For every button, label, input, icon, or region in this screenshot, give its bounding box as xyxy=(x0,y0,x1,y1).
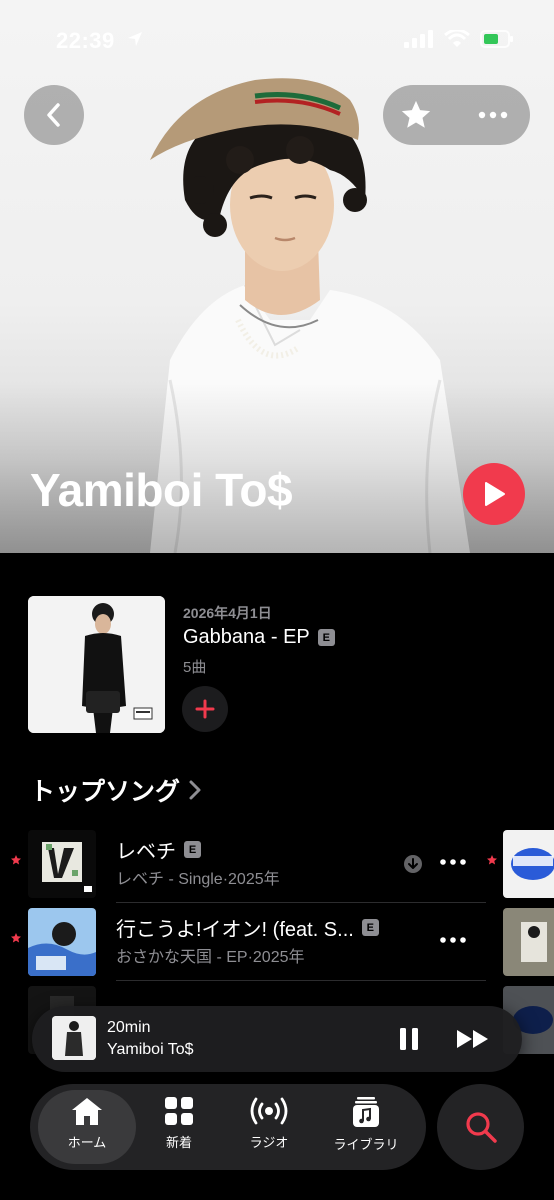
release-artwork[interactable] xyxy=(28,596,165,733)
now-playing-title: 20min xyxy=(107,1019,151,1036)
mini-player[interactable]: 20min Yamiboi To$ xyxy=(32,1006,522,1072)
top-songs-title: トップソング xyxy=(30,778,181,806)
add-to-library-button[interactable] xyxy=(182,686,228,732)
battery-icon xyxy=(480,30,513,48)
top-songs-header[interactable]: トップソング xyxy=(30,772,202,808)
tab-label: 新着 xyxy=(165,1135,192,1150)
song-cover-image xyxy=(503,908,554,976)
tab-label: ラジオ xyxy=(249,1135,289,1150)
play-button[interactable] xyxy=(463,463,525,525)
song-title-row: 行こうよ!イオン! (feat. S... E xyxy=(116,913,379,942)
song-subtitle: おさかな天国 - EP·2025年 xyxy=(116,949,305,966)
tab-radio[interactable]: ラジオ xyxy=(229,1096,309,1160)
explicit-badge: E xyxy=(361,919,379,936)
play-icon xyxy=(485,482,505,506)
star-icon xyxy=(11,855,21,865)
pause-icon[interactable] xyxy=(398,1026,420,1052)
song-artwork xyxy=(28,830,96,898)
downloaded-icon xyxy=(404,855,422,873)
artist-name: Yamiboi To$ xyxy=(30,464,293,516)
song-row[interactable]: レベチ E レベチ - Single·2025年 xyxy=(0,825,554,903)
song-artwork xyxy=(28,908,96,976)
location-arrow-icon xyxy=(128,32,142,46)
search-button[interactable] xyxy=(437,1084,524,1170)
tab-library[interactable]: ライブラリ xyxy=(322,1096,410,1160)
song-cover-image xyxy=(503,830,554,898)
tab-label: ホーム xyxy=(67,1135,107,1150)
home-icon xyxy=(72,1098,102,1125)
release-date: 2026年4月1日 xyxy=(183,605,272,621)
release-title: Gabbana - EP xyxy=(183,626,310,648)
song-cover-image xyxy=(28,908,96,976)
status-bar: 22:39 xyxy=(0,22,554,62)
star-icon xyxy=(487,855,497,865)
next-column-artwork[interactable] xyxy=(503,908,554,976)
explicit-badge: E xyxy=(317,629,335,646)
artist-actions xyxy=(383,85,530,145)
song-subtitle: レベチ - Single·2025年 xyxy=(116,871,280,888)
now-playing-cover-image xyxy=(52,1016,96,1060)
wifi-icon xyxy=(444,30,470,47)
release-track-count: 5曲 xyxy=(183,659,207,676)
now-playing-artist: Yamiboi To$ xyxy=(107,1041,194,1058)
song-title-row: レベチ E xyxy=(116,835,201,864)
chevron-right-icon xyxy=(189,780,201,800)
fast-forward-icon[interactable] xyxy=(455,1027,491,1051)
now-playing-artwork xyxy=(52,1016,96,1060)
more-icon[interactable] xyxy=(440,849,466,875)
more-icon[interactable] xyxy=(440,927,466,953)
more-icon[interactable] xyxy=(478,111,508,119)
library-icon xyxy=(353,1097,379,1127)
radio-icon xyxy=(250,1097,288,1125)
song-cover-image xyxy=(28,830,96,898)
song-title: レベチ xyxy=(116,841,176,863)
next-column-artwork[interactable] xyxy=(503,830,554,898)
plus-icon xyxy=(195,699,215,719)
tab-bar: ホーム 新着 ラジオ ライブラリ xyxy=(30,1084,426,1170)
chevron-left-icon xyxy=(47,103,60,127)
signal-icon xyxy=(404,30,433,48)
search-icon xyxy=(465,1112,497,1143)
star-icon xyxy=(11,933,21,943)
release-cover-image xyxy=(28,596,165,733)
grid-icon xyxy=(165,1097,193,1125)
song-title: 行こうよ!イオン! (feat. S... xyxy=(116,919,354,941)
back-button[interactable] xyxy=(24,85,84,145)
release-title-row[interactable]: Gabbana - EP E xyxy=(183,626,335,649)
song-row[interactable]: 行こうよ!イオン! (feat. S... E おさかな天国 - EP·2025… xyxy=(0,903,554,981)
star-icon[interactable] xyxy=(399,98,433,132)
status-indicators xyxy=(404,30,514,48)
tab-label: ライブラリ xyxy=(333,1137,399,1152)
status-time: 22:39 xyxy=(56,28,115,53)
tab-new[interactable]: 新着 xyxy=(139,1096,219,1160)
tab-home[interactable]: ホーム xyxy=(47,1096,127,1160)
explicit-badge: E xyxy=(184,841,201,858)
